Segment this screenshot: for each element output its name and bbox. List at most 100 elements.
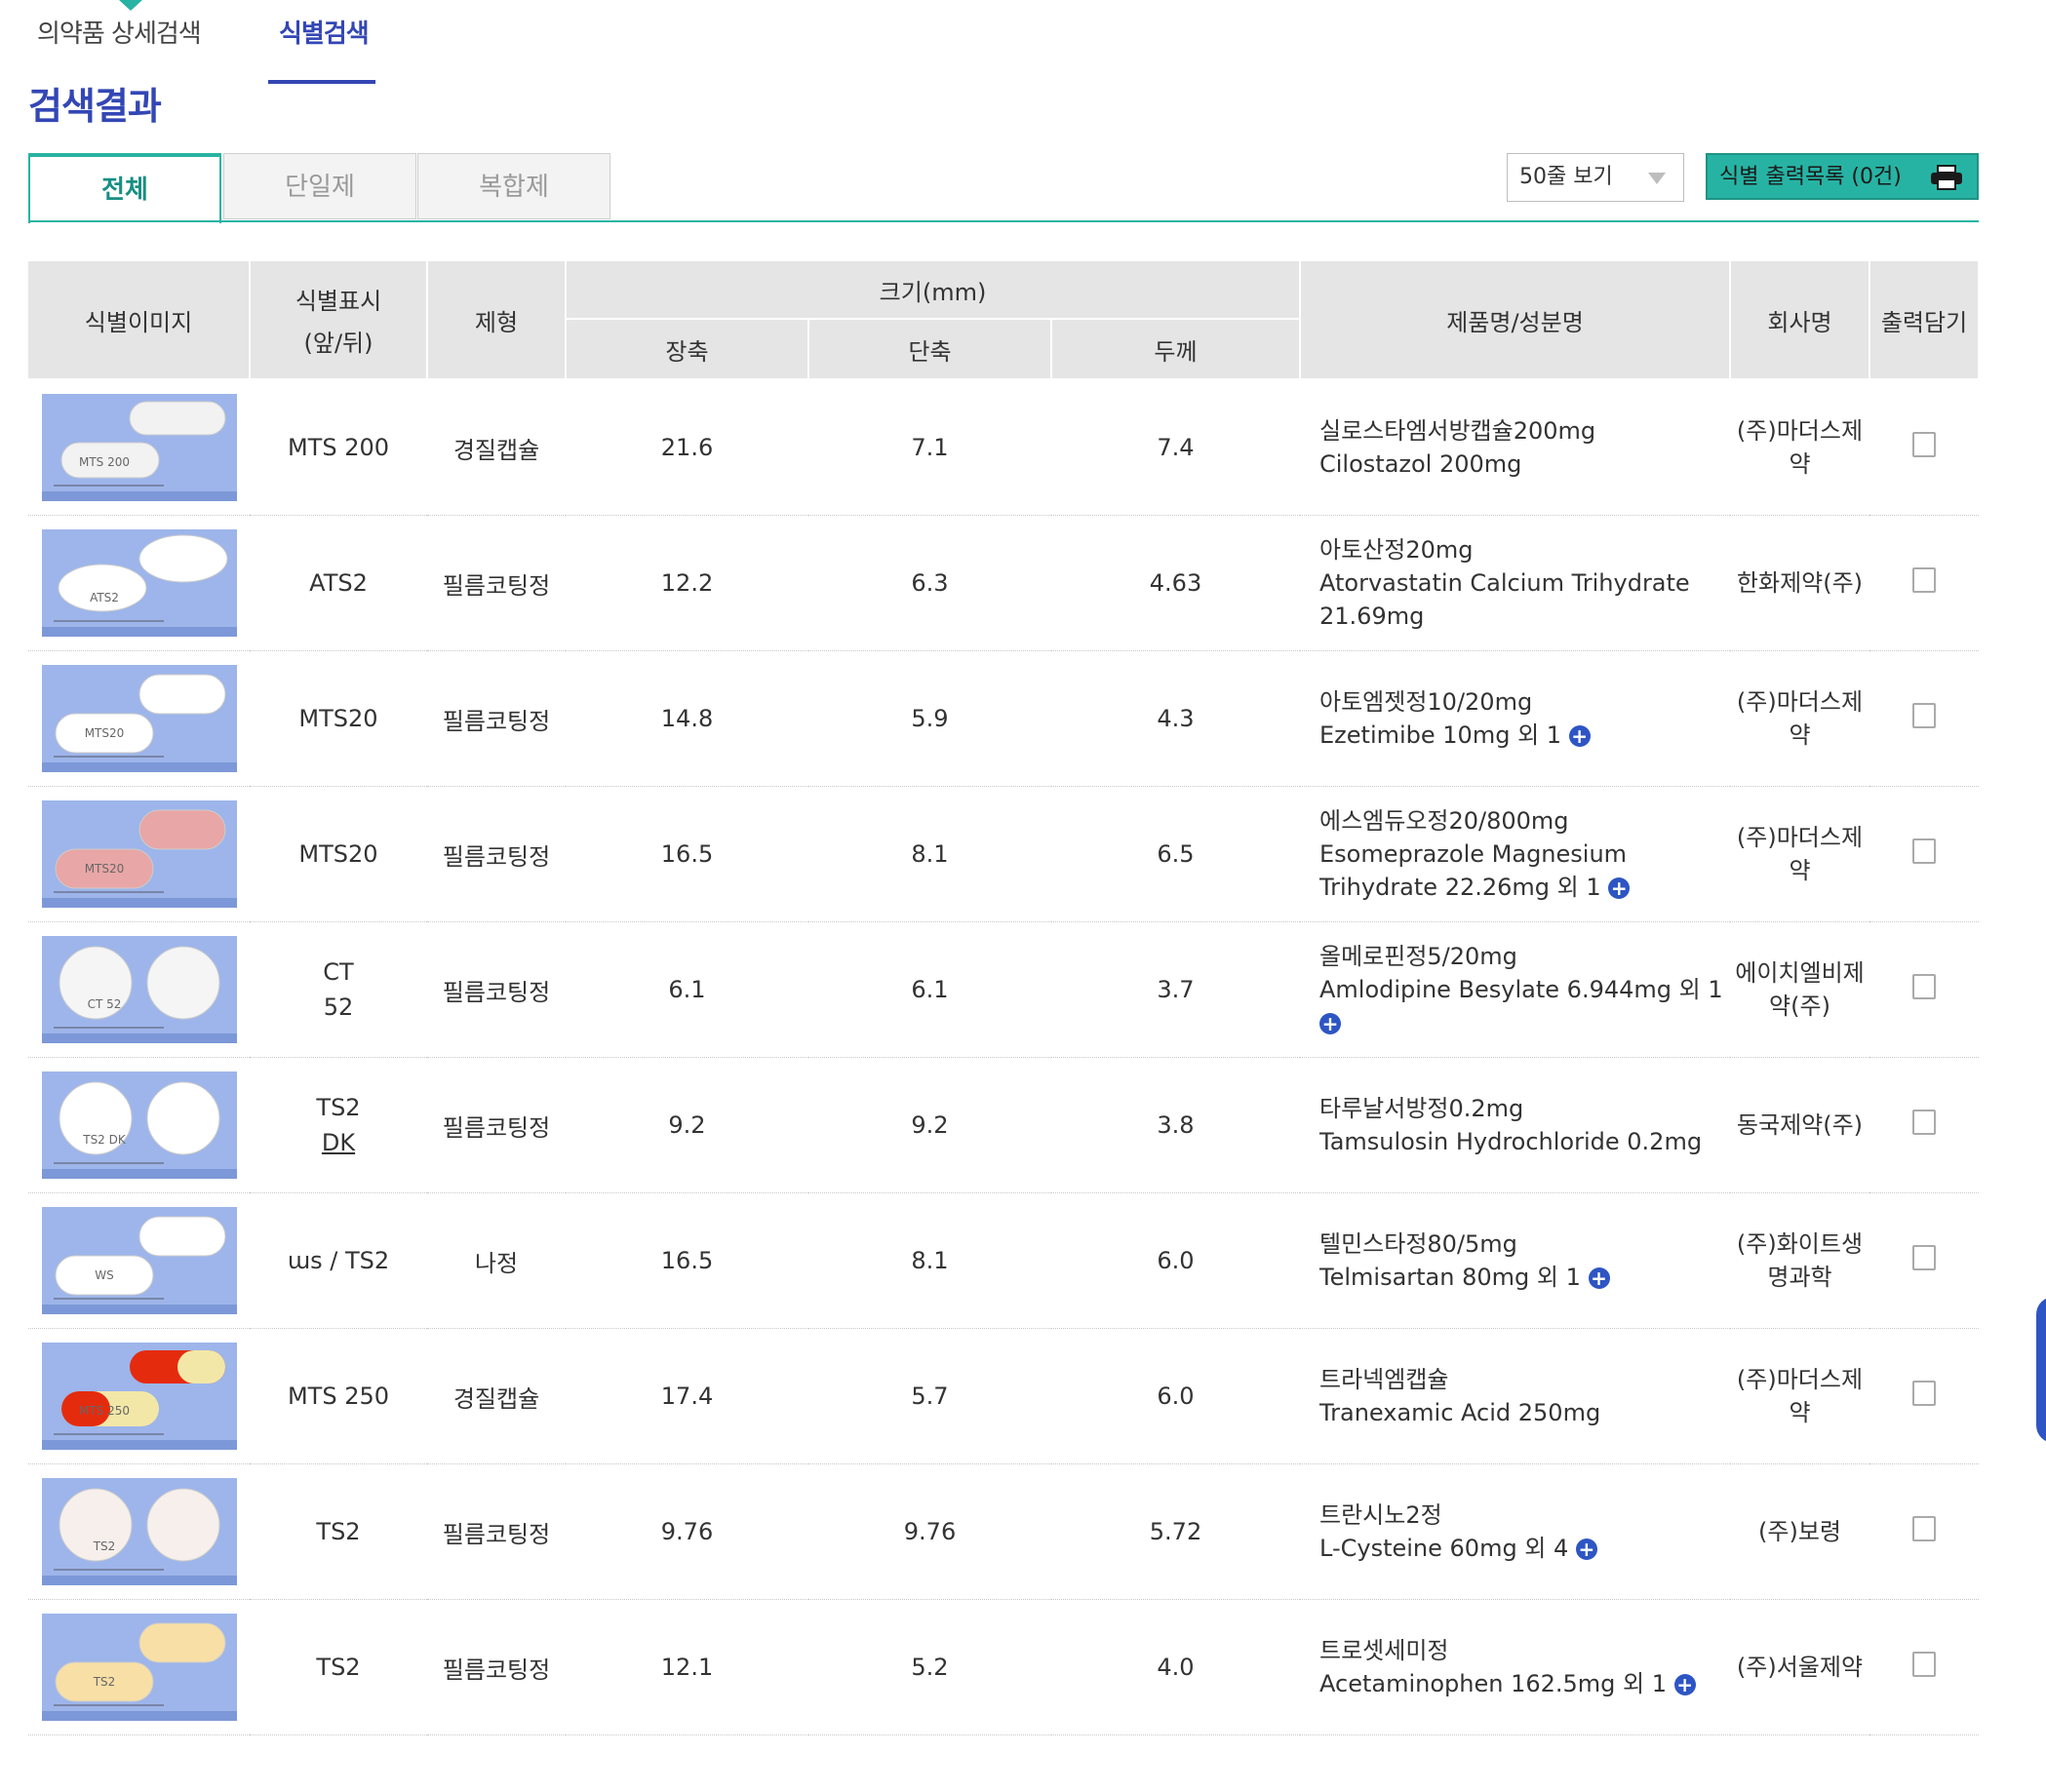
pill-image[interactable]: MTS 250 — [41, 1343, 237, 1450]
ingredient-text: Ezetimibe 10mg 외 1 + — [1319, 719, 1730, 752]
short-cell: 6.3 — [808, 515, 1051, 651]
product-name[interactable]: 올메로핀정5/20mg — [1319, 940, 1730, 973]
table-row[interactable]: CT 52 CT 52 필름코팅정 6.1 6.1 3.7 올메로핀정5/20mg Amlo… — [28, 921, 1979, 1058]
form-cell: 필름코팅정 — [427, 1057, 566, 1193]
product-name[interactable]: 트란시노2정 — [1319, 1499, 1730, 1532]
long-cell: 16.5 — [566, 1192, 808, 1329]
product-name[interactable]: 아토엠젯정10/20mg — [1319, 685, 1730, 719]
product-name[interactable]: 실로스타엠서방캡슐200mg — [1319, 414, 1730, 448]
pill-image-cell: MTS20 — [28, 786, 250, 922]
mark-text: MTS 200 — [287, 434, 390, 461]
table-row[interactable]: MTS20 MTS20 필름코팅정 16.5 8.1 6.5 에스엠듀오정20/800mg… — [28, 786, 1979, 922]
pill-imprint: MTS20 — [84, 862, 124, 876]
product-name[interactable]: 에스엠듀오정20/800mg — [1319, 804, 1730, 838]
product-name[interactable]: 트로셋세미정 — [1319, 1634, 1730, 1667]
print-checkbox[interactable] — [1912, 1516, 1936, 1541]
pill-image[interactable]: CT 52 — [41, 936, 237, 1043]
plus-icon[interactable]: + — [1673, 1674, 1696, 1695]
plus-icon[interactable]: + — [1588, 1267, 1610, 1289]
table-row[interactable]: ATS2 ATS2 필름코팅정 12.2 6.3 4.63 아토산정20mg Atorva… — [28, 515, 1979, 651]
company-cell: (주)마더스제약 — [1730, 650, 1869, 787]
print-checkbox[interactable] — [1912, 838, 1936, 864]
table-row[interactable]: TS2 TS2 필름코팅정 12.1 5.2 4.0 트로셋세미정 Acetaminoph… — [28, 1599, 1979, 1735]
pill-image[interactable]: MTS20 — [41, 800, 237, 908]
product-cell[interactable]: 트로셋세미정 Acetaminophen 162.5mg 외 1 + — [1300, 1599, 1730, 1735]
product-cell[interactable]: 에스엠듀오정20/800mg Esomeprazole Magnesium Tr… — [1300, 786, 1730, 922]
product-cell[interactable]: 텔민스타정80/5mg Telmisartan 80mg 외 1 + — [1300, 1192, 1730, 1329]
ingredient-text: Tranexamic Acid 250mg — [1319, 1396, 1730, 1429]
short-cell: 8.1 — [808, 786, 1051, 922]
product-cell[interactable]: 아토엠젯정10/20mg Ezetimibe 10mg 외 1 + — [1300, 650, 1730, 787]
mark-cell: CT 52 — [250, 921, 427, 1058]
print-checkbox[interactable] — [1912, 703, 1936, 728]
print-checkbox-cell — [1869, 379, 1979, 516]
header-print: 출력담기 — [1869, 261, 1980, 380]
pill-image-cell: ATS2 — [28, 515, 250, 651]
table-row[interactable]: TS2 DK TS2 DK 필름코팅정 9.2 9.2 3.8 타루날서방정0.2mg Ta… — [28, 1057, 1979, 1193]
long-cell: 9.76 — [566, 1463, 808, 1600]
header-product: 제품명/성분명 — [1300, 261, 1731, 380]
mark-back: 52 — [323, 993, 354, 1021]
mark-cell: MTS20 — [250, 786, 427, 922]
table-row[interactable]: TS2 TS2 필름코팅정 9.76 9.76 5.72 트란시노2정 L-Cystein… — [28, 1463, 1979, 1600]
company-cell: 동국제약(주) — [1730, 1057, 1869, 1193]
print-checkbox[interactable] — [1912, 1381, 1936, 1406]
product-cell[interactable]: 트란시노2정 L-Cysteine 60mg 외 4 + — [1300, 1463, 1730, 1600]
product-name[interactable]: 타루날서방정0.2mg — [1319, 1092, 1730, 1125]
product-cell[interactable]: 타루날서방정0.2mg Tamsulosin Hydrochloride 0.2… — [1300, 1057, 1730, 1193]
table-row[interactable]: MTS 200 MTS 200 경질캡슐 21.6 7.1 7.4 실로스타엠서방캡슐20… — [28, 379, 1979, 516]
pill-image[interactable]: MTS20 — [41, 665, 237, 772]
dropdown-arrow-icon — [1648, 173, 1666, 184]
tab-single[interactable]: 단일제 — [223, 153, 416, 219]
product-cell[interactable]: 올메로핀정5/20mg Amlodipine Besylate 6.944mg … — [1300, 921, 1730, 1058]
mark-text: TS2 — [316, 1518, 361, 1545]
print-checkbox[interactable] — [1912, 974, 1936, 999]
tab-identify-search[interactable]: 식별검색 — [279, 14, 370, 50]
rows-per-page-select[interactable]: 50줄 보기 — [1507, 153, 1684, 202]
tab-combination[interactable]: 복합제 — [417, 153, 610, 219]
pill-image[interactable]: MTS 200 — [41, 394, 237, 501]
pill-image-cell: TS2 — [28, 1599, 250, 1735]
pill-image[interactable]: WS — [41, 1207, 237, 1314]
company-cell: (주)화이트생명과학 — [1730, 1192, 1869, 1329]
table-row[interactable]: WS ɯs / TS2 나정 16.5 8.1 6.0 텔민스타정80/5mg Telmi… — [28, 1192, 1979, 1329]
print-list-button[interactable]: 식별 출력목록 (0건) — [1706, 153, 1979, 200]
form-cell: 필름코팅정 — [427, 921, 566, 1058]
product-name[interactable]: 아토산정20mg — [1319, 533, 1730, 566]
plus-icon[interactable]: + — [1568, 725, 1591, 747]
side-floating-tab[interactable] — [2036, 1297, 2046, 1443]
short-cell: 6.1 — [808, 921, 1051, 1058]
plus-icon[interactable]: + — [1575, 1539, 1597, 1560]
form-cell: 필름코팅정 — [427, 515, 566, 651]
print-checkbox[interactable] — [1912, 567, 1936, 593]
table-row[interactable]: MTS 250 MTS 250 경질캡슐 17.4 5.7 6.0 트라넥엠캡슐 Tran… — [28, 1328, 1979, 1464]
table-row[interactable]: MTS20 MTS20 필름코팅정 14.8 5.9 4.3 아토엠젯정10/20mg E… — [28, 650, 1979, 787]
tab-detail-search[interactable]: 의약품 상세검색 — [37, 14, 202, 50]
plus-icon[interactable]: + — [1319, 1013, 1341, 1034]
product-cell[interactable]: 아토산정20mg Atorvastatin Calcium Trihydrate… — [1300, 515, 1730, 651]
print-checkbox[interactable] — [1912, 1652, 1936, 1677]
product-cell[interactable]: 트라넥엠캡슐 Tranexamic Acid 250mg — [1300, 1328, 1730, 1464]
short-cell: 9.2 — [808, 1057, 1051, 1193]
long-cell: 16.5 — [566, 786, 808, 922]
product-name[interactable]: 트라넥엠캡슐 — [1319, 1363, 1730, 1396]
ingredient-value: Tranexamic Acid 250mg — [1319, 1399, 1601, 1426]
pill-imprint: MTS 250 — [78, 1404, 129, 1418]
print-checkbox[interactable] — [1912, 432, 1936, 457]
pill-image[interactable]: TS2 DK — [41, 1071, 237, 1179]
thick-cell: 4.0 — [1051, 1599, 1300, 1735]
pill-image[interactable]: ATS2 — [41, 529, 237, 637]
pill-image[interactable]: TS2 — [41, 1614, 237, 1721]
plus-icon[interactable]: + — [1608, 877, 1631, 899]
product-cell[interactable]: 실로스타엠서방캡슐200mg Cilostazol 200mg — [1300, 379, 1730, 516]
ingredient-text: Amlodipine Besylate 6.944mg 외 1 + — [1319, 973, 1730, 1039]
tab-all[interactable]: 전체 — [28, 153, 221, 223]
print-checkbox[interactable] — [1912, 1110, 1936, 1135]
short-cell: 9.76 — [808, 1463, 1051, 1600]
print-checkbox[interactable] — [1912, 1245, 1936, 1270]
product-name[interactable]: 텔민스타정80/5mg — [1319, 1227, 1730, 1261]
long-cell: 12.1 — [566, 1599, 808, 1735]
long-cell: 9.2 — [566, 1057, 808, 1193]
pill-image[interactable]: TS2 — [41, 1478, 237, 1585]
print-list-label: 식별 출력목록 (0건) — [1719, 165, 1902, 189]
